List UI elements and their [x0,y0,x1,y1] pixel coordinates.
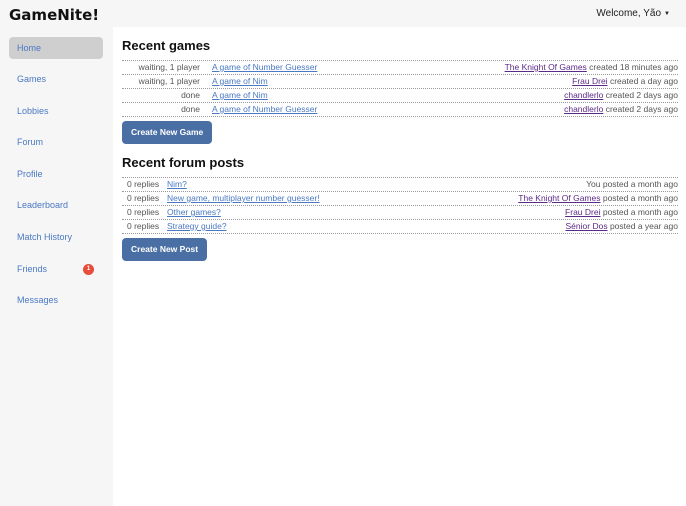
user-link[interactable]: The Knight Of Games [505,62,587,72]
welcome-text: Welcome, Yão [596,8,662,19]
sidebar-item-label: Games [17,74,47,84]
post-meta: The Knight Of Games posted a month ago [518,192,678,205]
user-link[interactable]: chandlerlo [564,104,603,114]
sidebar-item-match-history[interactable]: Match History [9,226,103,248]
game-meta: chandlerlo created 2 days ago [564,103,678,116]
recent-games-heading: Recent games [122,38,211,53]
created-time: created 2 days ago [603,104,678,114]
created-time: created a day ago [607,76,678,86]
reply-count: 0 replies [127,221,160,231]
sidebar-item-lobbies[interactable]: Lobbies [9,100,103,122]
sidebar: Home Games Lobbies Forum Profile Leaderb… [0,27,113,506]
sidebar-item-games[interactable]: Games [9,68,103,90]
post-link[interactable]: Strategy guide? [167,220,227,233]
user-link[interactable]: Sénior Dos [566,221,608,231]
top-bar: GameNite! Welcome, Yão ▼ [0,0,686,27]
create-new-game-button[interactable]: Create New Game [122,121,213,144]
reply-count: 0 replies [127,207,160,217]
sidebar-item-label: Forum [17,137,44,147]
table-row: waiting, 1 player A game of Nim Frau Dre… [122,75,678,89]
game-link[interactable]: A game of Nim [212,75,268,88]
game-meta: chandlerlo created 2 days ago [564,89,678,102]
table-row: 0 replies Other games? Frau Drei posted … [122,206,678,220]
user-menu[interactable]: Welcome, Yão ▼ [596,8,670,19]
sidebar-item-label: Home [17,43,42,53]
table-row: waiting, 1 player A game of Number Guess… [122,61,678,75]
post-link[interactable]: Nim? [167,178,187,191]
user-link[interactable]: The Knight Of Games [518,193,600,203]
sidebar-item-label: Lobbies [17,106,49,116]
game-status: waiting, 1 player [138,62,200,72]
reply-count: 0 replies [127,179,160,189]
game-status: done [181,104,200,114]
post-meta: Sénior Dos posted a year ago [566,220,678,233]
game-status: done [181,90,200,100]
app-logo[interactable]: GameNite! [9,6,99,24]
sidebar-item-leaderboard[interactable]: Leaderboard [9,194,103,216]
reply-count: 0 replies [127,193,160,203]
posted-time: posted a month ago [600,207,678,217]
sidebar-item-label: Profile [17,169,43,179]
post-link[interactable]: New game, multiplayer number guesser! [167,192,320,205]
user-link[interactable]: Frau Drei [572,76,607,86]
sidebar-item-label: Leaderboard [17,200,69,210]
game-link[interactable]: A game of Nim [212,89,268,102]
sidebar-item-label: Messages [17,295,59,305]
created-time: created 2 days ago [603,90,678,100]
table-row: done A game of Number Guesser chandlerlo… [122,103,678,117]
sidebar-item-profile[interactable]: Profile [9,163,103,185]
created-time: created 18 minutes ago [586,62,678,72]
recent-posts-heading: Recent forum posts [122,155,245,170]
sidebar-item-label: Match History [17,232,73,242]
post-meta: You posted a month ago [586,178,678,191]
game-link[interactable]: A game of Number Guesser [212,61,317,74]
post-meta: Frau Drei posted a month ago [565,206,678,219]
recent-posts-table: 0 replies Nim? You posted a month ago 0 … [122,177,678,234]
sidebar-item-friends[interactable]: Friends 1 [9,258,103,280]
game-meta: The Knight Of Games created 18 minutes a… [505,61,678,74]
sidebar-item-forum[interactable]: Forum [9,131,103,153]
table-row: 0 replies Strategy guide? Sénior Dos pos… [122,220,678,234]
table-row: done A game of Nim chandlerlo created 2 … [122,89,678,103]
user-link[interactable]: chandlerlo [564,90,603,100]
recent-games-table: waiting, 1 player A game of Number Guess… [122,60,678,117]
create-new-post-button[interactable]: Create New Post [122,238,208,261]
caret-down-icon: ▼ [664,11,670,17]
user-link[interactable]: Frau Drei [565,207,600,217]
table-row: 0 replies Nim? You posted a month ago [122,178,678,192]
game-meta: Frau Drei created a day ago [572,75,678,88]
post-link[interactable]: Other games? [167,206,221,219]
game-link[interactable]: A game of Number Guesser [212,103,317,116]
sidebar-item-messages[interactable]: Messages [9,289,103,311]
posted-time: You posted a month ago [586,179,678,189]
posted-time: posted a year ago [607,221,678,231]
sidebar-item-label: Friends [17,264,48,274]
table-row: 0 replies New game, multiplayer number g… [122,192,678,206]
posted-time: posted a month ago [600,193,678,203]
notification-badge: 1 [83,264,94,275]
sidebar-item-home[interactable]: Home [9,37,103,59]
game-status: waiting, 1 player [138,76,200,86]
